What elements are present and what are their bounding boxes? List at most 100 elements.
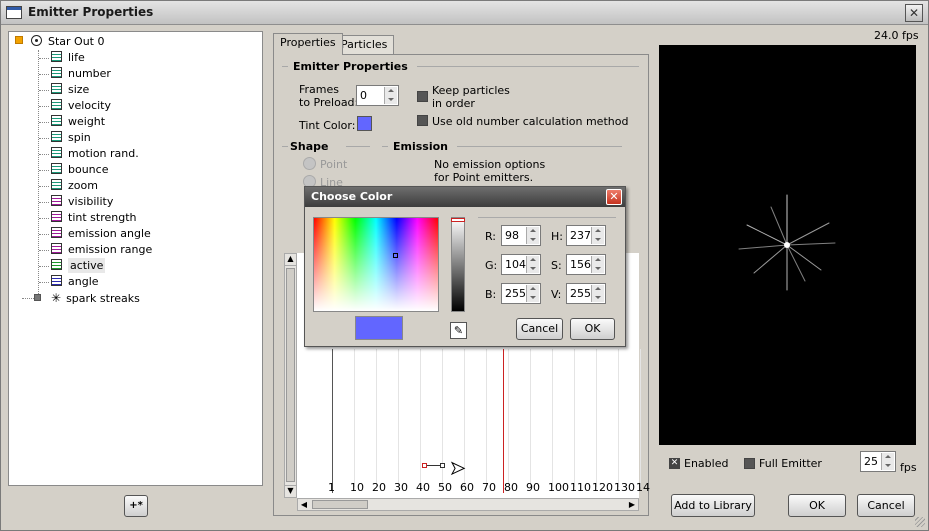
color-preview-swatch bbox=[355, 316, 403, 340]
tree-item[interactable]: tint strength bbox=[51, 210, 136, 226]
expand-toggle-icon[interactable] bbox=[15, 36, 23, 44]
tree-item[interactable]: spin bbox=[51, 130, 91, 146]
tree-item[interactable]: velocity bbox=[51, 98, 111, 114]
group-line bbox=[382, 146, 388, 147]
emission-text-2: for Point emitters. bbox=[434, 171, 534, 184]
stepper-arrows-icon[interactable] bbox=[526, 256, 539, 273]
fps-stepper[interactable]: 25 bbox=[860, 451, 896, 472]
enabled-checkbox[interactable]: ✕ bbox=[669, 458, 680, 469]
grid-line bbox=[398, 349, 399, 487]
curve-property-icon bbox=[51, 51, 62, 62]
v-label: V: bbox=[551, 288, 562, 301]
tree-line bbox=[38, 50, 39, 298]
shape-point-radio[interactable] bbox=[303, 157, 316, 170]
eyedropper-icon[interactable]: ✎ bbox=[450, 322, 467, 339]
graph-playhead-line[interactable] bbox=[503, 349, 504, 493]
g-stepper[interactable]: 104 bbox=[501, 254, 541, 275]
emitter-tree[interactable]: Star Out 0 life number size velocity weight s… bbox=[8, 31, 263, 486]
graph-horizontal-scrollbar[interactable]: ◀ ▶ bbox=[297, 498, 639, 511]
frame-tick-label: 50 bbox=[438, 481, 452, 494]
stepper-arrows-icon[interactable] bbox=[526, 227, 539, 244]
tree-item[interactable]: bounce bbox=[51, 162, 108, 178]
value-slider-thumb[interactable] bbox=[451, 218, 465, 222]
horizontal-scroll-thumb[interactable] bbox=[312, 500, 368, 509]
old-calc-checkbox[interactable] bbox=[417, 115, 428, 126]
scroll-left-icon[interactable]: ◀ bbox=[298, 499, 310, 510]
s-stepper[interactable]: 156 bbox=[566, 254, 606, 275]
frame-tick-label: 60 bbox=[460, 481, 474, 494]
scroll-down-icon[interactable]: ▼ bbox=[285, 485, 296, 497]
stepper-arrows-icon[interactable] bbox=[591, 285, 604, 302]
ok-button[interactable]: OK bbox=[788, 494, 846, 517]
tree-line bbox=[39, 138, 49, 139]
grid-line bbox=[574, 349, 575, 487]
grid-line bbox=[354, 349, 355, 487]
add-emitter-button[interactable]: +* bbox=[124, 495, 148, 517]
old-calc-label: Use old number calculation method bbox=[432, 115, 629, 128]
window-close-button[interactable]: ✕ bbox=[905, 4, 923, 22]
curve-keyframe[interactable] bbox=[440, 463, 445, 468]
g-label: G: bbox=[485, 259, 498, 272]
color-field[interactable] bbox=[313, 217, 439, 312]
v-stepper[interactable]: 255 bbox=[566, 283, 606, 304]
b-label: B: bbox=[485, 288, 497, 301]
emission-text-1: No emission options bbox=[434, 158, 546, 171]
curve-keyframe[interactable] bbox=[422, 463, 427, 468]
dialog-ok-button[interactable]: OK bbox=[570, 318, 615, 340]
resize-grip-icon[interactable] bbox=[915, 517, 925, 527]
b-stepper[interactable]: 255 bbox=[501, 283, 541, 304]
divider bbox=[478, 217, 616, 218]
window-icon bbox=[6, 6, 22, 19]
vertical-scroll-thumb[interactable] bbox=[286, 268, 295, 482]
tree-item[interactable]: visibility bbox=[51, 194, 113, 210]
cancel-button[interactable]: Cancel bbox=[857, 494, 915, 517]
keep-order-checkbox[interactable] bbox=[417, 91, 428, 102]
add-to-library-button[interactable]: Add to Library bbox=[671, 494, 755, 517]
stepper-arrows-icon[interactable] bbox=[526, 285, 539, 302]
tree-item[interactable]: active bbox=[51, 258, 106, 274]
tree-root-item[interactable]: Star Out 0 bbox=[31, 34, 105, 50]
emitter-properties-heading: Emitter Properties bbox=[293, 60, 408, 73]
stepper-arrows-icon[interactable] bbox=[881, 453, 894, 470]
color-picker-cursor[interactable] bbox=[393, 253, 398, 258]
graph-vertical-scrollbar[interactable]: ▲ ▼ bbox=[284, 253, 297, 498]
h-stepper[interactable]: 237 bbox=[566, 225, 606, 246]
tab-particles[interactable]: Particles bbox=[334, 35, 395, 54]
collapse-toggle-icon[interactable] bbox=[34, 294, 41, 301]
graph-start-line bbox=[332, 349, 333, 493]
dialog-close-button[interactable]: ✕ bbox=[606, 189, 622, 205]
tab-properties[interactable]: Properties bbox=[273, 33, 343, 55]
tree-item[interactable]: number bbox=[51, 66, 111, 82]
title-bar: Emitter Properties ✕ bbox=[1, 1, 928, 25]
tree-item[interactable]: weight bbox=[51, 114, 105, 130]
tree-item[interactable]: emission angle bbox=[51, 226, 151, 242]
full-emitter-checkbox[interactable] bbox=[744, 458, 755, 469]
frame-tick-label: 110 bbox=[570, 481, 591, 494]
stepper-arrows-icon[interactable] bbox=[591, 256, 604, 273]
tree-item-label: tint strength bbox=[68, 211, 137, 224]
dialog-cancel-button[interactable]: Cancel bbox=[516, 318, 563, 340]
r-stepper[interactable]: 98 bbox=[501, 225, 541, 246]
tree-child-item[interactable]: ✳ spark streaks bbox=[51, 290, 140, 306]
frames-preload-stepper[interactable]: 0 bbox=[356, 85, 399, 106]
spark-icon: ✳ bbox=[51, 291, 62, 305]
tree-line bbox=[39, 74, 49, 75]
tree-item[interactable]: emission range bbox=[51, 242, 152, 258]
tree-item[interactable]: size bbox=[51, 82, 89, 98]
tree-item[interactable]: angle bbox=[51, 274, 99, 290]
value-slider[interactable] bbox=[451, 217, 465, 312]
scroll-up-icon[interactable]: ▲ bbox=[285, 254, 296, 266]
tree-line bbox=[39, 234, 49, 235]
stepper-arrows-icon[interactable] bbox=[591, 227, 604, 244]
stepper-arrows-icon[interactable] bbox=[384, 87, 397, 104]
preview-viewport[interactable] bbox=[659, 45, 916, 445]
keep-particles-label: Keep particles bbox=[432, 84, 510, 97]
tree-item-label: velocity bbox=[68, 99, 111, 112]
tint-color-swatch[interactable] bbox=[357, 116, 372, 131]
tree-item-label: active bbox=[68, 258, 106, 273]
tree-item[interactable]: motion rand. bbox=[51, 146, 139, 162]
tree-line bbox=[39, 202, 49, 203]
tree-item[interactable]: life bbox=[51, 50, 85, 66]
tree-item[interactable]: zoom bbox=[51, 178, 98, 194]
scroll-right-icon[interactable]: ▶ bbox=[626, 499, 638, 510]
